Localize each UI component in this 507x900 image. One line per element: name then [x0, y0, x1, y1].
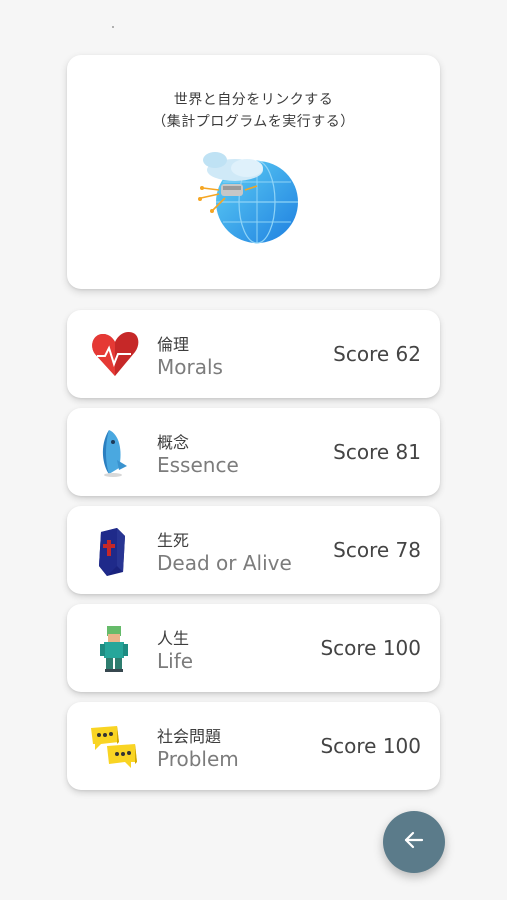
category-en-label: Morals — [157, 355, 223, 379]
coffin-icon — [87, 522, 143, 578]
category-jp-label: 概念 — [157, 433, 190, 452]
category-jp-label: 生死 — [157, 531, 190, 550]
chat-bubbles-icon — [87, 718, 143, 774]
category-en-label: Problem — [157, 747, 239, 771]
category-en-label: Essence — [157, 453, 239, 477]
heart-pulse-icon — [87, 326, 143, 382]
category-card-essence[interactable]: 概念 Essence Score 81 — [67, 408, 440, 496]
category-en-label: Life — [157, 649, 194, 673]
category-jp-label: 社会問題 — [157, 727, 222, 746]
category-score: Score 100 — [320, 734, 421, 758]
category-jp-label: 人生 — [157, 629, 190, 648]
category-score: Score 62 — [333, 342, 421, 366]
category-en-label: Dead or Alive — [157, 551, 292, 575]
category-score: Score 78 — [333, 538, 421, 562]
category-score: Score 81 — [333, 440, 421, 464]
arrow-left-icon — [403, 829, 425, 855]
hero-subtitle: （集計プログラムを実行する） — [152, 114, 355, 130]
fish-figure-icon — [87, 424, 143, 480]
status-dot — [112, 26, 114, 28]
category-card-morals[interactable]: 倫理 Morals Score 62 — [67, 310, 440, 398]
category-jp-label: 倫理 — [157, 335, 190, 354]
hero-title: 世界と自分をリンクする — [173, 92, 334, 108]
category-card-dead-or-alive[interactable]: 生死 Dead or Alive Score 78 — [67, 506, 440, 594]
category-card-problem[interactable]: 社会問題 Problem Score 100 — [67, 702, 440, 790]
run-aggregation-card[interactable]: 世界と自分をリンクする （集計プログラムを実行する） — [67, 55, 440, 289]
category-score: Score 100 — [320, 636, 421, 660]
category-card-life[interactable]: 人生 Life Score 100 — [67, 604, 440, 692]
person-figure-icon — [87, 620, 143, 676]
back-button[interactable] — [383, 811, 445, 873]
globe-icon — [195, 150, 305, 245]
